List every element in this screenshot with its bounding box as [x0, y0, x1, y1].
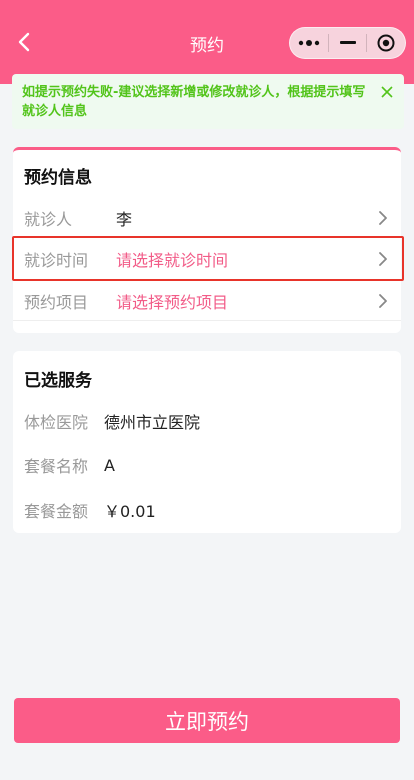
booking-info-title: 预约信息 [24, 168, 92, 188]
chevron-right-icon [379, 252, 387, 266]
tip-close-button[interactable] [378, 83, 396, 101]
chevron-right-icon [379, 211, 387, 225]
selected-service-title: 已选服务 [24, 371, 92, 391]
booking-page: 预约 如提示预约失败-建议选择新增或修改就诊人，根据提示填写就诊人信息 预约信息… [0, 0, 414, 780]
package-price-label: 套餐金额 [24, 502, 89, 521]
visit-time-row[interactable]: 就诊时间 请选择就诊时间 [13, 239, 401, 279]
package-name-value: A [104, 455, 115, 475]
hospital-row: 体检医院 德州市立医院 [13, 406, 401, 436]
patient-row[interactable]: 就诊人 李 [13, 198, 401, 238]
more-dots-icon [298, 40, 320, 46]
package-price-row: 套餐金额 ￥0.01 [13, 495, 401, 525]
row-divider [13, 320, 401, 321]
booking-item-value: 请选择预约项目 [116, 293, 229, 312]
target-close-icon [377, 34, 395, 52]
minimize-icon [339, 41, 356, 44]
booking-item-label: 预约项目 [24, 293, 89, 312]
minimize-button[interactable] [329, 28, 367, 58]
book-now-button[interactable]: 立即预约 [14, 698, 400, 743]
more-button[interactable] [290, 28, 328, 58]
patient-value: 李 [116, 210, 133, 229]
package-name-row: 套餐名称 A [13, 450, 401, 480]
booking-info-card: 预约信息 就诊人 李 就诊时间 请选择就诊时间 预约项目 请选择预约项目 [12, 147, 404, 333]
hospital-value: 德州市立医院 [104, 413, 201, 432]
hospital-label: 体检医院 [24, 413, 89, 432]
nav-bar: 预约 [0, 0, 414, 84]
chevron-right-icon [379, 294, 387, 308]
package-name-label: 套餐名称 [24, 457, 89, 476]
close-mini-program-button[interactable] [367, 28, 405, 58]
patient-label: 就诊人 [24, 210, 73, 229]
mini-program-capsule [289, 27, 406, 59]
tip-text: 如提示预约失败-建议选择新增或修改就诊人，根据提示填写就诊人信息 [22, 85, 366, 119]
close-icon [381, 86, 393, 98]
package-price-value: ￥0.01 [104, 502, 156, 521]
tip-banner: 如提示预约失败-建议选择新增或修改就诊人，根据提示填写就诊人信息 [12, 74, 404, 129]
booking-item-row[interactable]: 预约项目 请选择预约项目 [13, 281, 401, 321]
visit-time-label: 就诊时间 [24, 251, 89, 270]
visit-time-value: 请选择就诊时间 [116, 251, 229, 270]
selected-service-card: 已选服务 体检医院 德州市立医院 套餐名称 A 套餐金额 ￥0.01 [13, 351, 401, 533]
